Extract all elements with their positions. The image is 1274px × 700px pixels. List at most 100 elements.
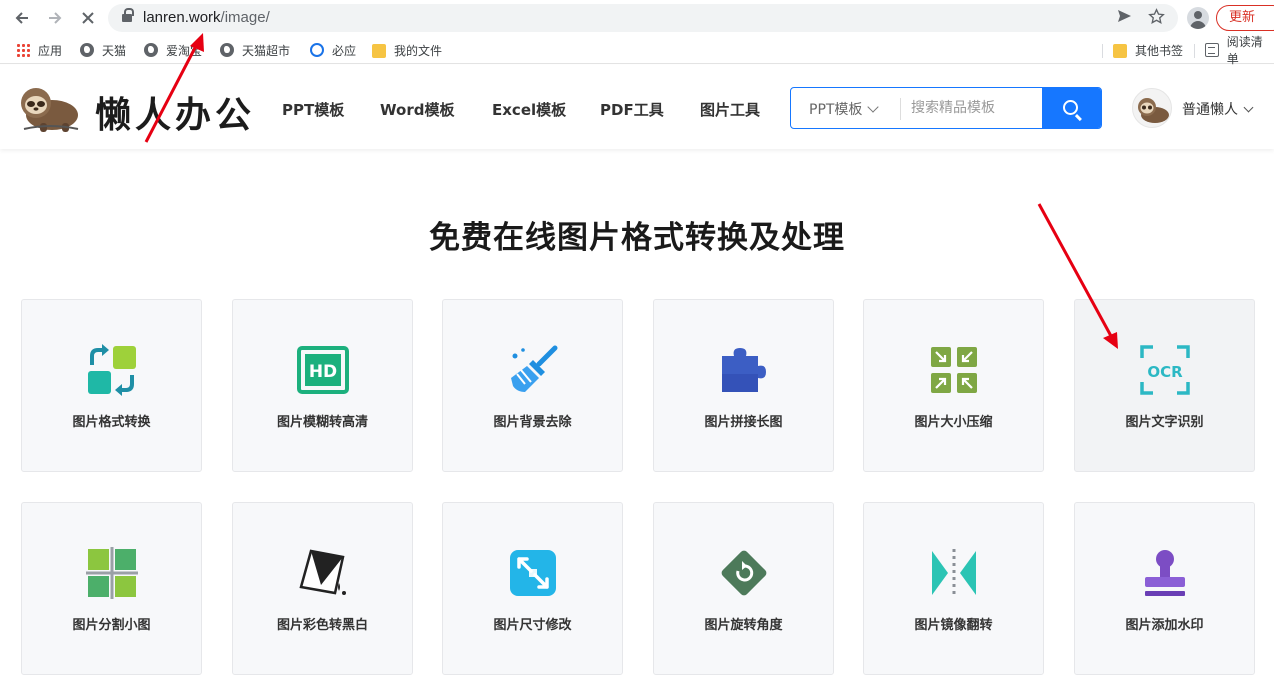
bookmark-other[interactable]: 其他书签 bbox=[1113, 41, 1183, 59]
forward-arrow-icon[interactable] bbox=[43, 6, 67, 30]
tool-card-bg-remove[interactable]: 图片背景去除 bbox=[442, 299, 623, 472]
tool-label: 图片拼接长图 bbox=[704, 415, 783, 430]
bookmark-separator bbox=[1102, 44, 1103, 58]
bookmark-label: 天猫超市 bbox=[242, 43, 291, 58]
tool-card-stitch[interactable]: 图片拼接长图 bbox=[653, 299, 834, 472]
mirror-flip-icon bbox=[932, 549, 976, 597]
send-icon[interactable] bbox=[1116, 8, 1132, 28]
bookmark-label: 天猫 bbox=[102, 43, 127, 58]
bookmark-label: 应用 bbox=[38, 43, 63, 58]
svg-text:OCR: OCR bbox=[1147, 363, 1183, 381]
hd-icon: HD bbox=[297, 346, 349, 394]
update-button[interactable]: 更新 ⋮ bbox=[1216, 5, 1274, 31]
rotate-icon bbox=[721, 550, 767, 596]
search-button[interactable] bbox=[1042, 88, 1101, 128]
sloth-avatar-icon bbox=[1138, 98, 1169, 123]
tool-label: 图片彩色转黑白 bbox=[276, 618, 368, 633]
resize-icon bbox=[510, 550, 556, 596]
bookmark-bing[interactable]: 必应 bbox=[310, 41, 356, 59]
tool-card-format-convert[interactable]: 图片格式转换 bbox=[21, 299, 202, 472]
bookmark-label: 其他书签 bbox=[1135, 43, 1184, 58]
apps-grid-icon bbox=[16, 43, 30, 57]
tool-label: 图片分割小图 bbox=[72, 618, 151, 633]
user-menu[interactable]: 普通懒人 bbox=[1182, 99, 1254, 119]
site-header: 懒人办公 PPT模板 Word模板 Excel模板 PDF工具 图片工具 PPT… bbox=[0, 65, 1274, 149]
bookmarks-bar: 应用 天猫 爱淘宝 天猫超市 必应 我的文件 其他书签 阅读清单 bbox=[0, 35, 1274, 66]
puzzle-icon bbox=[722, 348, 766, 392]
page-title: 免费在线图片格式转换及处理 bbox=[429, 220, 845, 256]
lock-icon bbox=[122, 8, 134, 24]
bookmark-separator bbox=[1194, 44, 1195, 58]
tool-label: 图片背景去除 bbox=[493, 415, 572, 430]
tool-label: 图片添加水印 bbox=[1125, 618, 1204, 633]
tool-card-hd[interactable]: HD 图片模糊转高清 bbox=[232, 299, 413, 472]
tool-label: 图片旋转角度 bbox=[704, 618, 783, 633]
chevron-down-icon bbox=[867, 101, 880, 113]
tool-card-mirror[interactable]: 图片镜像翻转 bbox=[863, 502, 1044, 675]
grid-split-icon bbox=[86, 547, 138, 599]
search-divider bbox=[900, 98, 901, 120]
bookmark-label: 阅读清单 bbox=[1226, 35, 1263, 66]
tool-card-watermark[interactable]: 图片添加水印 bbox=[1074, 502, 1255, 675]
bookmark-reading-list[interactable]: 阅读清单 bbox=[1205, 35, 1274, 66]
nav-pdf-tools[interactable]: PDF工具 bbox=[600, 99, 664, 120]
format-convert-icon bbox=[88, 344, 136, 396]
stamp-icon bbox=[1145, 550, 1185, 596]
bookmark-label: 必应 bbox=[332, 43, 357, 58]
nav-image-tools[interactable]: 图片工具 bbox=[700, 99, 760, 120]
search-icon bbox=[1063, 100, 1078, 115]
user-name: 普通懒人 bbox=[1182, 102, 1238, 118]
nav-word-templates[interactable]: Word模板 bbox=[380, 99, 454, 120]
url-text: lanren.work/image/ bbox=[143, 9, 270, 26]
tool-card-rotate[interactable]: 图片旋转角度 bbox=[653, 502, 834, 675]
tool-label: 图片格式转换 bbox=[72, 415, 151, 430]
logo-text[interactable]: 懒人办公 bbox=[95, 86, 255, 138]
url-host: lanren.work bbox=[143, 9, 221, 26]
address-bar[interactable]: lanren.work/image/ bbox=[108, 4, 1178, 32]
avatar[interactable] bbox=[1132, 88, 1172, 128]
search-category-select[interactable]: PPT模板 bbox=[809, 99, 880, 119]
tool-card-bw[interactable]: 图片彩色转黑白 bbox=[232, 502, 413, 675]
tool-label: 图片大小压缩 bbox=[914, 415, 993, 430]
bookmark-tmall[interactable]: 天猫 bbox=[80, 41, 126, 59]
sloth-logo-icon[interactable] bbox=[18, 83, 82, 133]
url-path: /image/ bbox=[220, 9, 270, 26]
tool-label: 图片文字识别 bbox=[1125, 415, 1204, 430]
tool-card-compress[interactable]: 图片大小压缩 bbox=[863, 299, 1044, 472]
bookmark-apps[interactable]: 应用 bbox=[16, 41, 62, 59]
globe-icon bbox=[220, 43, 234, 57]
tool-card-split[interactable]: 图片分割小图 bbox=[21, 502, 202, 675]
globe-icon bbox=[80, 43, 94, 57]
browser-toolbar: lanren.work/image/ 更新 ⋮ bbox=[0, 0, 1274, 36]
folder-icon bbox=[372, 43, 386, 58]
chevron-down-icon bbox=[1243, 102, 1254, 113]
tool-label: 图片镜像翻转 bbox=[914, 618, 993, 633]
star-bookmark-icon[interactable] bbox=[1148, 8, 1165, 29]
profile-icon[interactable] bbox=[1187, 7, 1209, 29]
globe-icon bbox=[144, 43, 158, 57]
bookmark-label: 我的文件 bbox=[394, 43, 443, 58]
search-category-label: PPT模板 bbox=[809, 102, 863, 118]
reading-list-icon bbox=[1205, 43, 1219, 57]
stop-loading-icon[interactable] bbox=[76, 6, 100, 30]
bookmark-aitaobao[interactable]: 爱淘宝 bbox=[144, 41, 202, 59]
tool-label: 图片模糊转高清 bbox=[276, 415, 368, 430]
ocr-icon: OCR bbox=[1140, 345, 1190, 395]
broom-icon bbox=[511, 345, 558, 392]
bookmark-label: 爱淘宝 bbox=[166, 43, 203, 58]
svg-text:HD: HD bbox=[309, 362, 337, 382]
folder-icon bbox=[1113, 43, 1127, 58]
bookmark-my-files[interactable]: 我的文件 bbox=[372, 41, 442, 59]
search-box: PPT模板 bbox=[790, 87, 1102, 129]
nav-excel-templates[interactable]: Excel模板 bbox=[492, 99, 566, 120]
bookmark-tmall-supermarket[interactable]: 天猫超市 bbox=[220, 41, 290, 59]
search-input[interactable] bbox=[911, 94, 1039, 122]
compress-icon bbox=[931, 347, 977, 393]
tool-card-resize[interactable]: 图片尺寸修改 bbox=[442, 502, 623, 675]
back-arrow-icon[interactable] bbox=[10, 6, 34, 30]
nav-ppt-templates[interactable]: PPT模板 bbox=[282, 99, 344, 120]
tool-card-ocr[interactable]: OCR 图片文字识别 bbox=[1074, 299, 1255, 472]
more-menu-icon[interactable]: ⋮ bbox=[1269, 6, 1274, 30]
tool-label: 图片尺寸修改 bbox=[493, 618, 572, 633]
update-label: 更新 bbox=[1229, 10, 1256, 25]
